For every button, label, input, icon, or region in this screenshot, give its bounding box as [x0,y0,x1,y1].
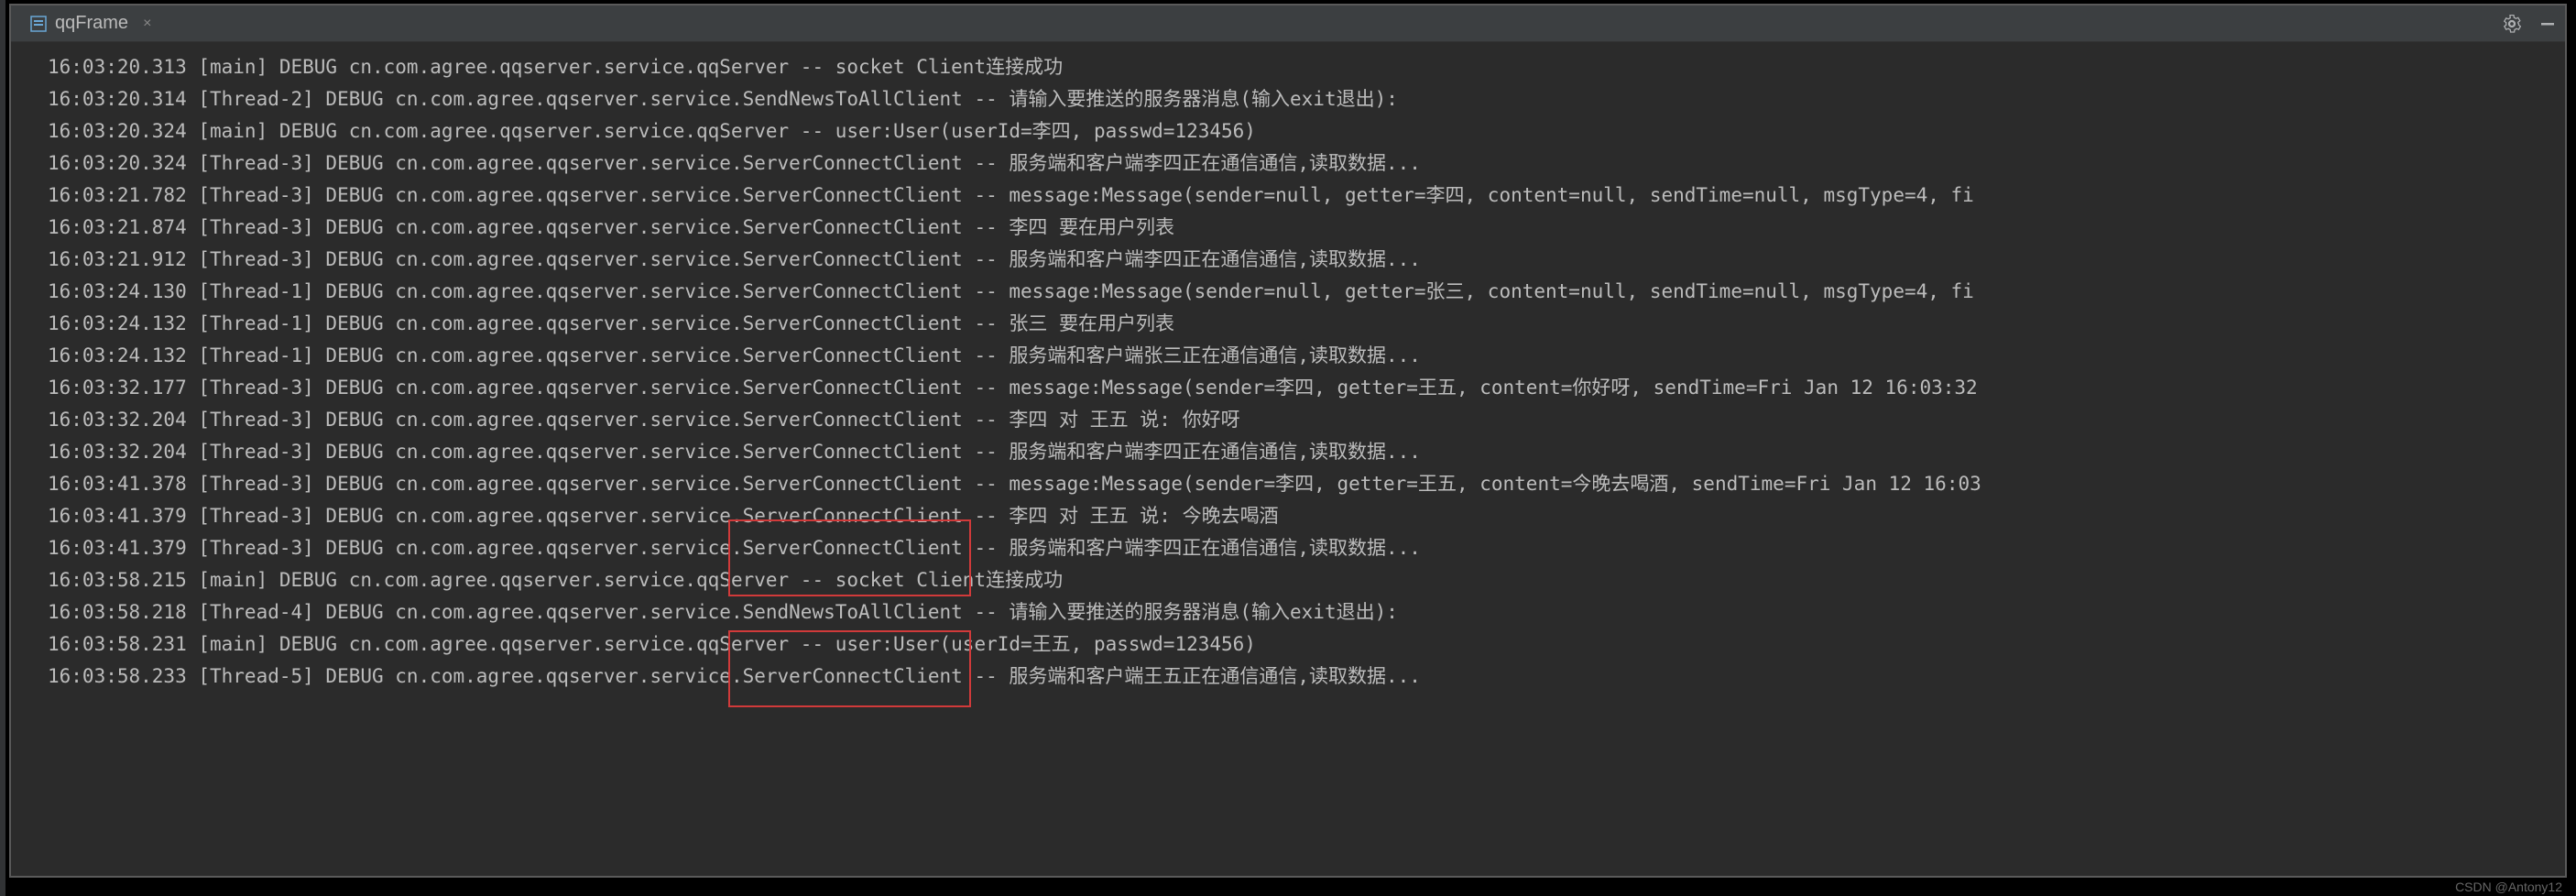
close-tab-button[interactable]: × [143,16,152,32]
log-line: 16:03:20.324 [main] DEBUG cn.com.agree.q… [48,115,2565,148]
console-panel: qqFrame × 16:03:20.313 [main] DEBUG cn.c… [9,4,2567,878]
log-line: 16:03:24.132 [Thread-1] DEBUG cn.com.agr… [48,308,2565,340]
log-line: 16:03:21.782 [Thread-3] DEBUG cn.com.agr… [48,180,2565,212]
log-line: 16:03:32.177 [Thread-3] DEBUG cn.com.agr… [48,372,2565,404]
log-line: 16:03:24.132 [Thread-1] DEBUG cn.com.agr… [48,340,2565,372]
watermark: CSDN @Antony12 [2455,880,2562,894]
log-line: 16:03:58.231 [main] DEBUG cn.com.agree.q… [48,628,2565,661]
run-config-icon [29,15,48,33]
tab-bar: qqFrame × [11,5,2565,42]
gear-icon[interactable] [2503,15,2521,33]
tab-item[interactable]: qqFrame × [29,13,152,34]
log-line: 16:03:58.218 [Thread-4] DEBUG cn.com.agr… [48,596,2565,628]
log-line: 16:03:58.215 [main] DEBUG cn.com.agree.q… [48,564,2565,596]
left-gutter [0,0,5,896]
log-line: 16:03:32.204 [Thread-3] DEBUG cn.com.agr… [48,436,2565,468]
log-line: 16:03:20.314 [Thread-2] DEBUG cn.com.agr… [48,83,2565,115]
log-line: 16:03:24.130 [Thread-1] DEBUG cn.com.agr… [48,276,2565,308]
log-line: 16:03:32.204 [Thread-3] DEBUG cn.com.agr… [48,404,2565,436]
console-output[interactable]: 16:03:20.313 [main] DEBUG cn.com.agree.q… [11,42,2565,876]
log-line: 16:03:21.912 [Thread-3] DEBUG cn.com.agr… [48,244,2565,276]
minimize-icon[interactable] [2539,16,2556,32]
log-line: 16:03:20.313 [main] DEBUG cn.com.agree.q… [48,51,2565,83]
log-line: 16:03:20.324 [Thread-3] DEBUG cn.com.agr… [48,148,2565,180]
log-line: 16:03:41.379 [Thread-3] DEBUG cn.com.agr… [48,532,2565,564]
log-line: 16:03:21.874 [Thread-3] DEBUG cn.com.agr… [48,212,2565,244]
tab-title: qqFrame [55,13,128,34]
log-line: 16:03:41.378 [Thread-3] DEBUG cn.com.agr… [48,468,2565,500]
log-line: 16:03:41.379 [Thread-3] DEBUG cn.com.agr… [48,500,2565,532]
tab-actions [2503,15,2556,33]
log-line: 16:03:58.233 [Thread-5] DEBUG cn.com.agr… [48,661,2565,693]
